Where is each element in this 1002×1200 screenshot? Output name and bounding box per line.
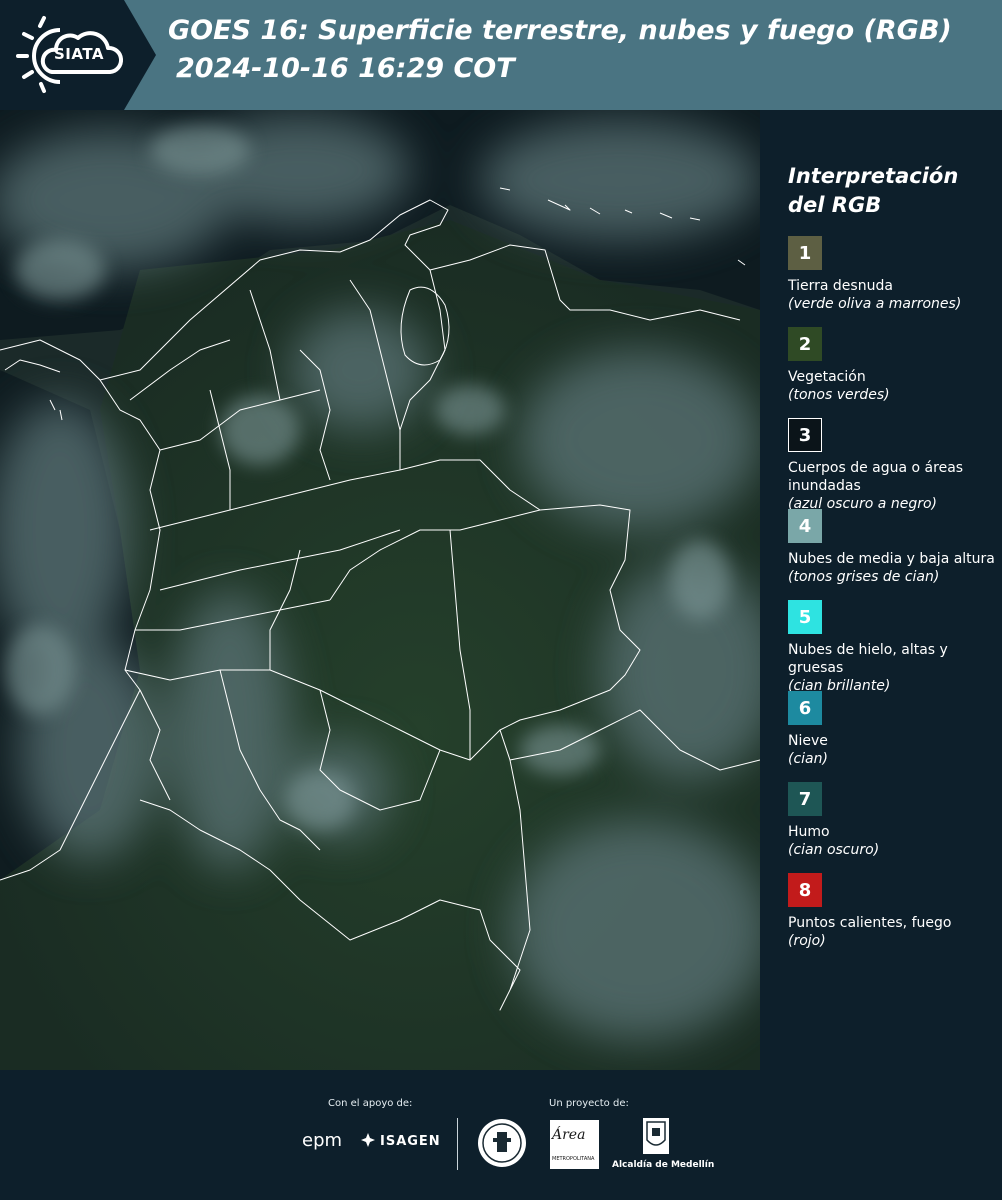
legend-label: Nieve (788, 733, 828, 749)
legend-item: 7 Humo (cian oscuro) (788, 782, 998, 873)
legend-panel: Interpretación del RGB 1 Tierra desnuda … (788, 162, 998, 964)
support-caption: Con el apoyo de: (328, 1098, 413, 1109)
legend-item: 1 Tierra desnuda (verde oliva a marrones… (788, 236, 998, 327)
siata-logo: SIATA (0, 0, 158, 110)
legend-item: 2 Vegetación (tonos verdes) (788, 327, 998, 418)
legend-description: (rojo) (788, 933, 826, 949)
legend-list: 1 Tierra desnuda (verde oliva a marrones… (788, 236, 998, 964)
legend-title: Interpretación del RGB (788, 164, 959, 217)
university-seal-icon (478, 1119, 526, 1167)
legend-text: Nubes de media y baja altura (tonos gris… (788, 550, 998, 586)
legend-text: Vegetación (tonos verdes) (788, 368, 998, 404)
medellin-crest-icon (643, 1118, 669, 1154)
legend-description: (tonos grises de cian) (788, 569, 940, 585)
legend-label: Vegetación (788, 369, 866, 385)
legend-label: Humo (788, 824, 830, 840)
legend-text: Nieve (cian) (788, 732, 998, 768)
legend-swatch: 1 (788, 236, 822, 270)
legend-number: 2 (798, 333, 812, 355)
area-logo-text: Área (552, 1127, 586, 1143)
legend-swatch: 6 (788, 691, 822, 725)
legend-label: Tierra desnuda (788, 278, 893, 294)
legend-label: Puntos calientes, fuego (788, 915, 952, 931)
legend-text: Humo (cian oscuro) (788, 823, 998, 859)
legend-swatch: 7 (788, 782, 822, 816)
isagen-logo: ISAGEN (380, 1134, 441, 1149)
legend-text: Nubes de hielo, altas y gruesas (cian br… (788, 641, 998, 695)
legend-number: 5 (798, 606, 812, 628)
legend-item: 4 Nubes de media y baja altura (tonos gr… (788, 509, 998, 600)
legend-swatch: 8 (788, 873, 822, 907)
legend-label: Nubes de hielo, altas y gruesas (788, 642, 948, 676)
legend-text: Puntos calientes, fuego (rojo) (788, 914, 998, 950)
legend-text: Tierra desnuda (verde oliva a marrones) (788, 277, 998, 313)
legend-item: 8 Puntos calientes, fuego (rojo) (788, 873, 998, 964)
legend-number: 8 (798, 879, 812, 901)
legend-number: 7 (798, 788, 812, 810)
legend-label: Nubes de media y baja altura (788, 551, 995, 567)
alcaldia-medellin-logo: Alcaldía de Medellín (612, 1160, 715, 1170)
legend-text: Cuerpos de agua o áreas inundadas (azul … (788, 459, 998, 513)
legend-swatch: 2 (788, 327, 822, 361)
legend-description: (cian) (788, 751, 828, 767)
isagen-logo-icon (361, 1133, 375, 1147)
epm-logo: epm (302, 1130, 343, 1151)
legend-number: 1 (798, 242, 812, 264)
logo-wordmark: SIATA (54, 45, 105, 63)
legend-swatch: 3 (788, 418, 822, 452)
title-timestamp: 2024-10-16 16:29 COT (176, 53, 515, 84)
header-bar: SIATA GOES 16: Superficie terrestre, nub… (0, 0, 1002, 110)
legend-item: 3 Cuerpos de agua o áreas inundadas (azu… (788, 418, 998, 512)
legend-number: 4 (798, 515, 812, 537)
legend-description: (verde oliva a marrones) (788, 296, 962, 312)
legend-swatch: 4 (788, 509, 822, 543)
legend-number: 3 (798, 424, 812, 446)
page-title: GOES 16: Superficie terrestre, nubes y f… (168, 12, 998, 88)
legend-item: 6 Nieve (cian) (788, 691, 998, 782)
legend-item: 5 Nubes de hielo, altas y gruesas (cian … (788, 600, 998, 694)
satellite-map-image (0, 110, 760, 1070)
area-logo-subtext: METROPOLITANA (552, 1156, 595, 1162)
legend-description: (cian oscuro) (788, 842, 880, 858)
footer-divider (457, 1118, 458, 1170)
footer: Con el apoyo de: Un proyecto de: epm ISA… (0, 1070, 1002, 1200)
project-caption: Un proyecto de: (549, 1098, 629, 1109)
legend-number: 6 (798, 697, 812, 719)
legend-description: (tonos verdes) (788, 387, 890, 403)
legend-label: Cuerpos de agua o áreas inundadas (788, 460, 964, 494)
title-line-1: GOES 16: Superficie terrestre, nubes y f… (168, 15, 952, 46)
legend-swatch: 5 (788, 600, 822, 634)
satellite-map (0, 110, 760, 1070)
